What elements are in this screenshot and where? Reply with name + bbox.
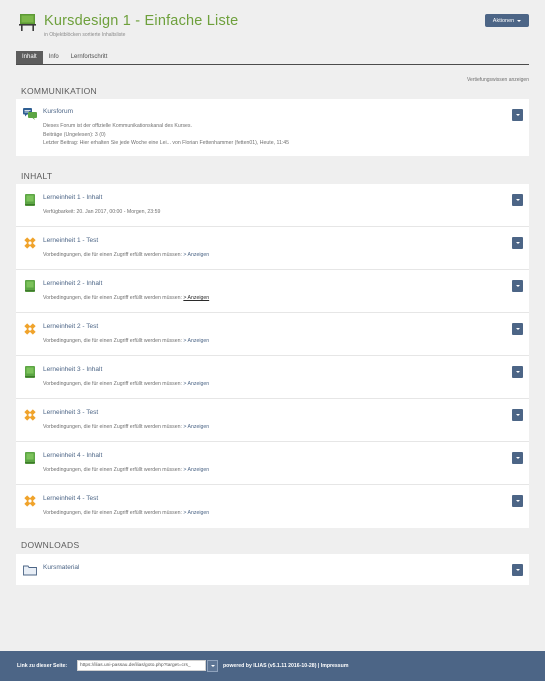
item-actions-button[interactable]: [512, 194, 523, 206]
caret-down-icon: [515, 457, 520, 459]
caret-down-icon: [515, 285, 520, 287]
item-actions-button[interactable]: [512, 323, 523, 335]
forum-icon: [23, 108, 37, 120]
permalink-label: Link zu dieser Seite:: [17, 663, 68, 669]
item-actions-button[interactable]: [512, 366, 523, 378]
test-icon: [24, 409, 36, 421]
item-title-link[interactable]: Lerneinheit 2 - Inhalt: [43, 280, 102, 287]
item-title-link[interactable]: Lerneinheit 1 - Test: [43, 237, 98, 244]
section-title-kommunikation: KOMMUNIKATION: [21, 86, 97, 96]
actions-label: Aktionen: [492, 17, 515, 24]
preconditions-text: Vorbedingungen, die für einen Zugriff er…: [43, 467, 210, 473]
permalink-input[interactable]: https://ilias.uni-passau.de/ilias/goto.p…: [77, 660, 206, 671]
forum-last-post: Letzter Beitrag: Hier erhalten Sie jede …: [43, 140, 290, 146]
preconditions-text: Vorbedingungen, die für einen Zugriff er…: [43, 252, 210, 258]
show-preconditions-link[interactable]: > Anzeigen: [183, 338, 209, 344]
page-header: Kursdesign 1 - Einfache Liste in Objektb…: [0, 0, 545, 44]
show-preconditions-link[interactable]: > Anzeigen: [183, 467, 209, 473]
preconditions-text: Vorbedingungen, die für einen Zugriff er…: [43, 510, 210, 516]
learning-module-icon: [25, 452, 35, 464]
test-icon: [24, 495, 36, 507]
forum-description: Dieses Forum ist der offizielle Kommunik…: [43, 123, 192, 129]
panel-inhalt: Lerneinheit 1 - Inhalt Verfügbarkeit: 20…: [16, 184, 529, 528]
toggle-details-link[interactable]: Vertiefungswissen anzeigen: [467, 77, 529, 83]
show-preconditions-link[interactable]: > Anzeigen: [183, 252, 209, 258]
folder-icon: [23, 565, 37, 576]
item-actions-button[interactable]: [512, 237, 523, 249]
show-preconditions-link[interactable]: > Anzeigen: [183, 510, 209, 516]
list-item: Lerneinheit 2 - Inhalt Vorbedingungen, d…: [16, 270, 529, 313]
caret-down-icon: [515, 500, 520, 502]
item-actions-button[interactable]: [512, 280, 523, 292]
item-actions-button[interactable]: [512, 452, 523, 464]
item-actions-button[interactable]: [512, 109, 523, 121]
permalink-dropdown-button[interactable]: [207, 660, 218, 672]
page-subtitle: in Objektblöcken sortierte Inhaltsliste: [44, 32, 126, 38]
impressum-link[interactable]: Impressum: [321, 663, 349, 669]
panel-kommunikation: Kursforum Dieses Forum ist der offiziell…: [16, 99, 529, 156]
footer-credits: powered by ILIAS (v5.1.11 2016-10-28) | …: [223, 663, 348, 669]
tab-lernfortschritt[interactable]: Lernfortschritt: [65, 51, 114, 64]
actions-button[interactable]: Aktionen: [485, 14, 529, 27]
caret-down-icon: [515, 569, 520, 571]
list-item: Lerneinheit 2 - Test Vorbedingungen, die…: [16, 313, 529, 356]
list-item: Lerneinheit 4 - Test Vorbedingungen, die…: [16, 485, 529, 528]
folder-title-link[interactable]: Kursmaterial: [43, 564, 79, 571]
item-title-link[interactable]: Lerneinheit 4 - Inhalt: [43, 452, 102, 459]
preconditions-text: Vorbedingungen, die für einen Zugriff er…: [43, 295, 210, 301]
caret-down-icon: [515, 199, 520, 201]
item-actions-button[interactable]: [512, 495, 523, 507]
item-title-link[interactable]: Lerneinheit 2 - Test: [43, 323, 98, 330]
list-item: Lerneinheit 1 - Inhalt Verfügbarkeit: 20…: [16, 184, 529, 227]
list-item-forum: Kursforum Dieses Forum ist der offiziell…: [16, 99, 529, 156]
preconditions-text: Vorbedingungen, die für einen Zugriff er…: [43, 424, 210, 430]
availability-text: Verfügbarkeit: 20. Jan 2017, 00:00 - Mor…: [43, 209, 161, 215]
forum-title-link[interactable]: Kursforum: [43, 108, 73, 115]
caret-down-icon: [515, 414, 520, 416]
caret-down-icon: [515, 114, 520, 116]
item-title-link[interactable]: Lerneinheit 3 - Inhalt: [43, 366, 102, 373]
show-preconditions-link[interactable]: > Anzeigen: [183, 424, 209, 430]
learning-module-icon: [25, 280, 35, 292]
item-title-link[interactable]: Lerneinheit 1 - Inhalt: [43, 194, 102, 201]
caret-down-icon: [515, 328, 520, 330]
learning-module-icon: [25, 366, 35, 378]
tab-inhalt[interactable]: Inhalt: [16, 51, 43, 64]
caret-down-icon: [210, 665, 215, 667]
section-title-downloads: DOWNLOADS: [21, 540, 80, 550]
page-title: Kursdesign 1 - Einfache Liste: [44, 13, 239, 29]
tab-bar: Inhalt Info Lernfortschritt: [16, 51, 529, 65]
list-item: Lerneinheit 3 - Test Vorbedingungen, die…: [16, 399, 529, 442]
footer-separator: |: [317, 663, 320, 669]
list-item: Lerneinheit 1 - Test Vorbedingungen, die…: [16, 227, 529, 270]
item-title-link[interactable]: Lerneinheit 3 - Test: [43, 409, 98, 416]
item-actions-button[interactable]: [512, 564, 523, 576]
preconditions-text: Vorbedingungen, die für einen Zugriff er…: [43, 338, 210, 344]
page-footer: Link zu dieser Seite: https://ilias.uni-…: [0, 651, 545, 681]
test-icon: [24, 323, 36, 335]
list-item: Lerneinheit 4 - Inhalt Vorbedingungen, d…: [16, 442, 529, 485]
caret-down-icon: [515, 371, 520, 373]
caret-down-icon: [515, 242, 520, 244]
powered-by-text: powered by ILIAS (v5.1.11 2016-10-28): [223, 663, 317, 669]
test-icon: [24, 237, 36, 249]
show-preconditions-link[interactable]: > Anzeigen: [183, 295, 209, 301]
item-actions-button[interactable]: [512, 409, 523, 421]
preconditions-text: Vorbedingungen, die für einen Zugriff er…: [43, 381, 210, 387]
panel-downloads: Kursmaterial: [16, 554, 529, 585]
section-title-inhalt: INHALT: [21, 171, 53, 181]
tab-info[interactable]: Info: [43, 51, 65, 64]
course-board-icon: [19, 14, 36, 31]
list-item-folder: Kursmaterial: [16, 554, 529, 585]
caret-down-icon: [517, 19, 522, 22]
item-title-link[interactable]: Lerneinheit 4 - Test: [43, 495, 98, 502]
learning-module-icon: [25, 194, 35, 206]
list-item: Lerneinheit 3 - Inhalt Vorbedingungen, d…: [16, 356, 529, 399]
forum-post-count: Beiträge (Ungelesen): 3 (0): [43, 132, 106, 138]
show-preconditions-link[interactable]: > Anzeigen: [183, 381, 209, 387]
